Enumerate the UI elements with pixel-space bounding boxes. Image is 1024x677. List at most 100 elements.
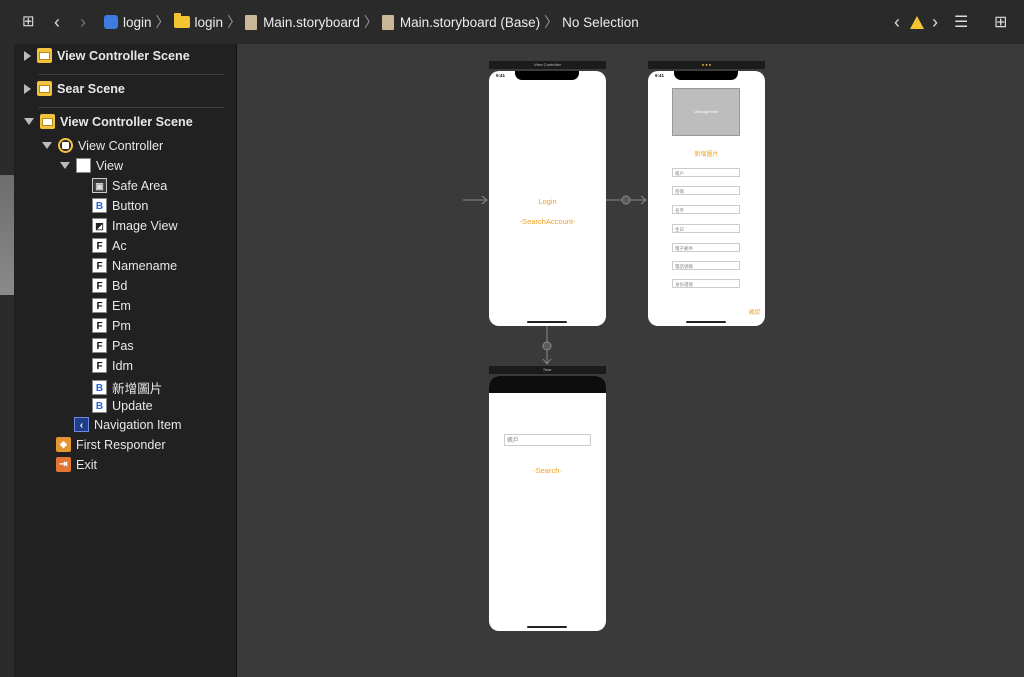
search-button[interactable]: -Search-: [489, 466, 606, 475]
outline-item[interactable]: F Pm: [92, 318, 131, 333]
disclosure-icon[interactable]: [24, 50, 31, 61]
outline-item[interactable]: F Idm: [92, 358, 133, 373]
account-field[interactable]: 帳戶: [504, 434, 591, 446]
home-indicator: [686, 321, 726, 323]
breadcrumb-folder[interactable]: login: [195, 15, 224, 30]
outline-item[interactable]: F Namename: [92, 258, 177, 273]
next-issue-button[interactable]: ›: [932, 12, 938, 33]
login-button[interactable]: Login: [489, 197, 606, 206]
confirm-button[interactable]: 確認: [749, 308, 760, 316]
device-notch: [674, 71, 738, 80]
sear-scene-phone[interactable]: 帳戶 -Search-: [489, 376, 606, 631]
scene-title-bar[interactable]: ● ● ●: [648, 61, 765, 69]
disclosure-icon[interactable]: [60, 162, 70, 169]
back-button[interactable]: ‹: [54, 12, 60, 33]
outline-item-label: Idm: [112, 358, 133, 373]
storyboard-base-icon: [381, 14, 394, 30]
view-controller-icon: [58, 138, 73, 153]
storyboard-icon: [245, 14, 258, 30]
register-scene-phone[interactable]: 9:41 UIImageView 新增圖片 帳戶 密碼 名字 生日 電子郵件 電話號碼 身份…: [648, 71, 765, 326]
related-items-icon[interactable]: ⊞: [22, 12, 35, 30]
register-text-field[interactable]: 密碼: [672, 186, 740, 195]
outline-view[interactable]: View: [60, 158, 123, 173]
safe-area-icon: ▣: [92, 178, 107, 193]
register-text-field[interactable]: 電話號碼: [672, 261, 740, 270]
outline-item-label: Exit: [76, 457, 97, 472]
folder-icon: [173, 13, 190, 28]
register-text-field[interactable]: 帳戶: [672, 168, 740, 177]
text-field-icon: F: [92, 298, 107, 313]
disclosure-icon[interactable]: [24, 118, 34, 125]
outline-item-label: Namename: [112, 258, 178, 273]
segue-arrowhead: [640, 195, 647, 205]
outline-item-label: Safe Area: [112, 178, 168, 193]
outline-item[interactable]: B Button: [92, 198, 148, 213]
entry-arrowhead: [481, 195, 488, 205]
image-view[interactable]: UIImageView: [672, 88, 740, 136]
text-field-icon: F: [92, 258, 107, 273]
register-text-field[interactable]: 電子郵件: [672, 243, 740, 252]
outline-view-controller[interactable]: View Controller: [42, 138, 163, 153]
outline-scene-view-controller-1[interactable]: View Controller Scene: [24, 48, 190, 63]
outline-navigation-item[interactable]: ‹ Navigation Item: [74, 417, 182, 432]
editor-options-icon[interactable]: ☰: [954, 12, 968, 32]
navigation-item-icon: ‹: [74, 417, 89, 432]
register-text-field[interactable]: 生日: [672, 224, 740, 233]
outline-item[interactable]: ◩ Image View: [92, 218, 178, 233]
outline-item[interactable]: B Update: [92, 398, 153, 413]
previous-issue-button[interactable]: ‹: [894, 12, 900, 33]
outline-item-label: Em: [112, 298, 131, 313]
login-scene-phone[interactable]: 9:41 Login -SearchAccount-: [489, 71, 606, 326]
outline-item[interactable]: F Em: [92, 298, 131, 313]
outline-exit[interactable]: ⇥ Exit: [56, 457, 97, 472]
outline-item-label: Image View: [112, 218, 178, 233]
outline-scene-sear[interactable]: Sear Scene: [24, 81, 125, 96]
forward-button[interactable]: ›: [80, 12, 86, 33]
divider: [38, 74, 224, 75]
first-responder-icon: ◆: [56, 437, 71, 452]
scene-icon: [40, 114, 55, 129]
outline-item-label: View Controller: [78, 138, 164, 153]
breadcrumb: login 〉 login 〉 Main.storyboard 〉 Main.s…: [104, 10, 639, 34]
outline-scene-view-controller-2[interactable]: View Controller Scene: [24, 114, 193, 129]
outline-scene-label: Sear Scene: [57, 81, 125, 96]
storyboard-canvas[interactable]: View Controller 9:41 Login -SearchAccoun…: [237, 44, 1024, 677]
breadcrumb-separator: 〉: [544, 14, 559, 30]
breadcrumb-project[interactable]: login: [123, 15, 152, 30]
scene-icon: [37, 48, 52, 63]
outline-item[interactable]: B 新增圖片: [92, 378, 162, 397]
text-field-icon: F: [92, 238, 107, 253]
scene-title-bar[interactable]: Sear: [489, 366, 606, 374]
outline-item-label: First Responder: [76, 437, 166, 452]
outline-scene-label: View Controller Scene: [60, 114, 193, 129]
outline-item[interactable]: ▣ Safe Area: [92, 178, 167, 193]
add-image-button[interactable]: 新增圖片: [648, 149, 765, 158]
background-strip: [0, 175, 14, 295]
outline-item-label: 新增圖片: [112, 382, 163, 396]
warning-icon[interactable]: [910, 16, 924, 34]
text-field-icon: F: [92, 318, 107, 333]
disclosure-icon[interactable]: [42, 142, 52, 149]
register-text-field[interactable]: 名字: [672, 205, 740, 214]
left-edge: [0, 0, 15, 677]
add-editor-icon[interactable]: ⊞: [994, 12, 1007, 32]
outline-item[interactable]: F Ac: [92, 238, 127, 253]
breadcrumb-storyboard-base[interactable]: Main.storyboard (Base): [400, 15, 540, 30]
outline-item[interactable]: F Pas: [92, 338, 134, 353]
search-account-button[interactable]: -SearchAccount-: [489, 217, 606, 226]
text-field-icon: F: [92, 358, 107, 373]
outline-item-label: Update: [112, 398, 153, 413]
scene-title-bar[interactable]: View Controller: [489, 61, 606, 69]
disclosure-icon[interactable]: [24, 83, 31, 94]
scene-icon: [37, 81, 52, 96]
scene-dock-icons: ● ● ●: [701, 62, 712, 67]
home-indicator: [527, 626, 567, 628]
segue-icon: [621, 195, 631, 205]
breadcrumb-storyboard[interactable]: Main.storyboard: [263, 15, 360, 30]
breadcrumb-selection[interactable]: No Selection: [562, 15, 639, 30]
outline-first-responder[interactable]: ◆ First Responder: [56, 437, 166, 452]
segues: [463, 195, 647, 365]
outline-scene-label: View Controller Scene: [57, 48, 190, 63]
outline-item[interactable]: F Bd: [92, 278, 127, 293]
register-text-field[interactable]: 身份證號: [672, 279, 740, 288]
